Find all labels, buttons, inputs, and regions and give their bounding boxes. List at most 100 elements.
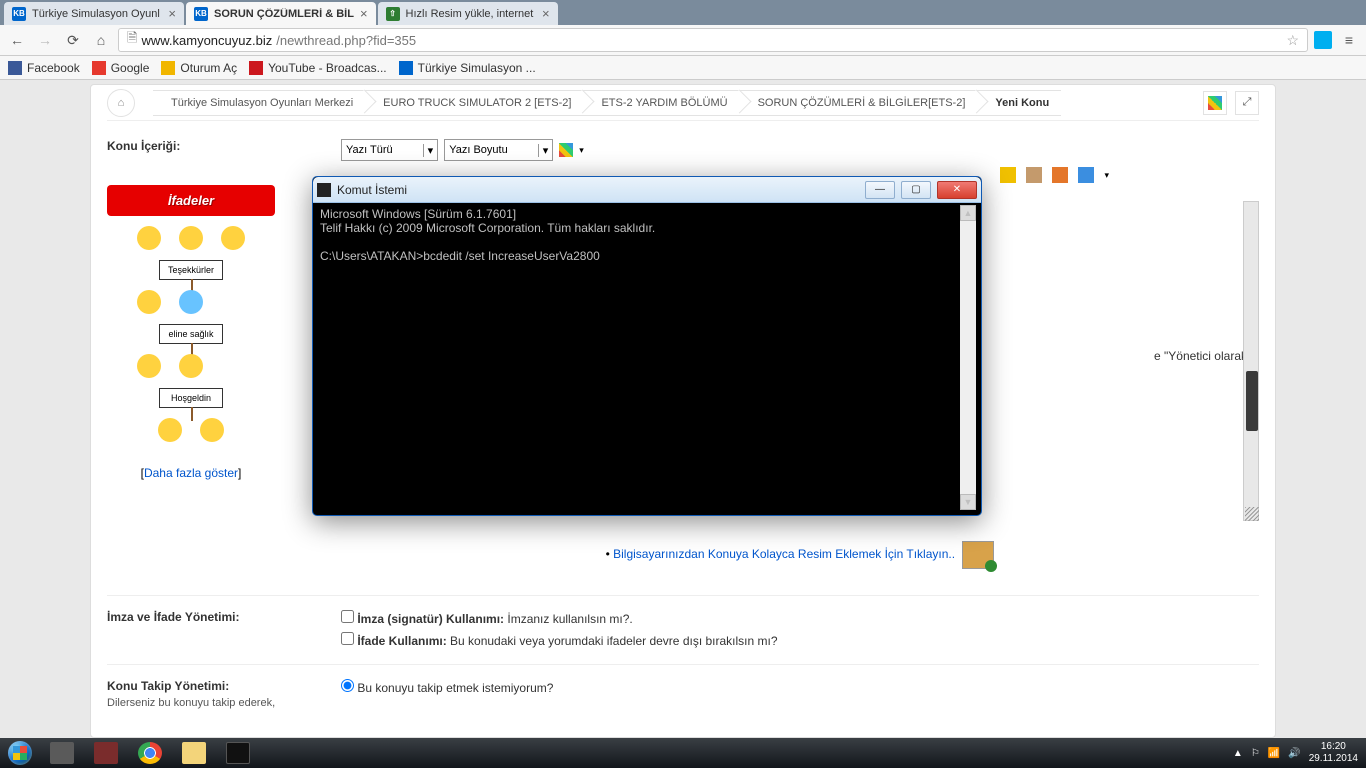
cmd-close-button[interactable]: ✕	[937, 181, 977, 199]
breadcrumb-item[interactable]: EURO TRUCK SIMULATOR 2 [ETS-2]	[365, 90, 583, 116]
fullscreen-button[interactable]: ⤢	[1235, 91, 1259, 115]
bullet: •	[606, 547, 610, 561]
smiley-icon[interactable]	[179, 290, 203, 314]
tray-clock[interactable]: 16:20 29.11.2014	[1309, 741, 1358, 765]
attachment-icon[interactable]	[1000, 167, 1016, 183]
skype-extension-icon[interactable]	[1314, 31, 1332, 49]
home-button[interactable]: ⌂	[90, 29, 112, 51]
url-input[interactable]: 🗎 www.kamyoncuyuz.biz/newthread.php?fid=…	[118, 28, 1308, 52]
tray-overflow-icon[interactable]: ▲	[1233, 748, 1243, 759]
bookmark-item[interactable]: Facebook	[8, 61, 80, 75]
favicon-icon: KB	[194, 7, 208, 21]
taskbar-cmd[interactable]	[216, 739, 260, 767]
youtube-icon	[249, 61, 263, 75]
cmd-output[interactable]: Microsoft Windows [Sürüm 6.1.7601] Telif…	[318, 205, 976, 510]
clipboard-icon[interactable]	[1026, 167, 1042, 183]
reload-button[interactable]: ⟳	[62, 29, 84, 51]
browser-tab[interactable]: ⇧ Hızlı Resim yükle, internet ×	[378, 2, 558, 25]
image-upload-icon[interactable]	[962, 541, 994, 569]
address-bar: ← → ⟳ ⌂ 🗎 www.kamyoncuyuz.biz/newthread.…	[0, 25, 1366, 56]
chevron-down-icon: ▾	[538, 144, 549, 157]
cmd-minimize-button[interactable]: —	[865, 181, 895, 199]
command-prompt-window: Komut İstemi — ▢ ✕ Microsoft Windows [Sü…	[312, 176, 982, 516]
network-icon[interactable]: 📶	[1268, 748, 1280, 759]
bookmark-item[interactable]: YouTube - Broadcas...	[249, 61, 387, 75]
action-center-icon[interactable]: ⚐	[1251, 748, 1260, 759]
forward-button[interactable]: →	[34, 29, 56, 51]
attach-image-link[interactable]: Bilgisayarınızdan Konuya Kolayca Resim E…	[613, 547, 955, 561]
breadcrumb-item[interactable]: Türkiye Simulasyon Oyunları Merkezi	[153, 90, 365, 116]
smiley-disable-checkbox[interactable]	[341, 632, 354, 645]
breadcrumb-home-icon[interactable]: ⌂	[107, 89, 135, 117]
page-icon: 🗎	[127, 29, 137, 51]
taskbar-app[interactable]	[84, 739, 128, 767]
cmd-icon	[317, 183, 331, 197]
font-family-select[interactable]: Yazı Türü▾	[341, 139, 438, 161]
resize-handle-icon[interactable]	[1245, 507, 1259, 521]
signature-checkbox[interactable]	[341, 610, 354, 623]
tab-close-icon[interactable]: ×	[168, 6, 176, 21]
bookmark-star-icon[interactable]: ☆	[1286, 32, 1299, 49]
font-size-select[interactable]: Yazı Boyutu▾	[444, 139, 553, 161]
follow-none-radio[interactable]	[341, 679, 354, 692]
theme-color-button[interactable]	[1203, 91, 1227, 115]
favicon-icon: ⇧	[386, 7, 400, 21]
editor-visible-text: e "Yönetici olarak	[1154, 349, 1247, 363]
taskbar: ▲ ⚐ 📶 🔊 16:20 29.11.2014	[0, 738, 1366, 768]
color-picker-icon[interactable]	[559, 143, 573, 157]
scroll-down-icon[interactable]: ▼	[960, 494, 976, 510]
breadcrumb-item[interactable]: ETS-2 YARDIM BÖLÜMÜ	[583, 90, 739, 116]
cmd-maximize-button[interactable]: ▢	[901, 181, 931, 199]
video-icon[interactable]	[1078, 167, 1094, 183]
url-host: www.kamyoncuyuz.biz	[141, 33, 272, 48]
tab-close-icon[interactable]: ×	[360, 6, 368, 21]
smiley-icon[interactable]	[221, 226, 245, 250]
tab-title: Hızlı Resim yükle, internet	[406, 8, 536, 20]
follow-section-label: Konu Takip Yönetimi: Dilerseniz bu konuy…	[107, 679, 317, 709]
editor-scrollbar[interactable]	[1243, 201, 1259, 521]
site-icon	[399, 61, 413, 75]
bookmark-item[interactable]: Google	[92, 61, 150, 75]
breadcrumb-item[interactable]: SORUN ÇÖZÜMLERİ & BİLGİLER[ETS-2]	[740, 90, 978, 116]
bookmark-item[interactable]: Oturum Aç	[161, 61, 237, 75]
smiley-icon[interactable]	[179, 354, 203, 378]
url-path: /newthread.php?fid=355	[276, 33, 416, 48]
smiley-sign-icon[interactable]: Hoşgeldin	[159, 388, 223, 408]
smiley-sign-icon[interactable]: eline sağlık	[159, 324, 223, 344]
cmd-titlebar[interactable]: Komut İstemi — ▢ ✕	[313, 177, 981, 203]
bookmark-item[interactable]: Türkiye Simulasyon ...	[399, 61, 536, 75]
feed-icon[interactable]	[1052, 167, 1068, 183]
smiley-panel: İfadeler Teşekkürler eline sağlık Hoşgel…	[107, 185, 275, 480]
volume-icon[interactable]: 🔊	[1288, 748, 1300, 759]
taskbar-chrome[interactable]	[128, 739, 172, 767]
taskbar-explorer[interactable]	[172, 739, 216, 767]
chevron-down-icon[interactable]: ▾	[1104, 170, 1109, 181]
google-icon	[92, 61, 106, 75]
smiley-sign-icon[interactable]: Teşekkürler	[159, 260, 223, 280]
chevron-down-icon[interactable]: ▾	[579, 145, 584, 156]
tab-close-icon[interactable]: ×	[542, 6, 550, 21]
tab-title: SORUN ÇÖZÜMLERİ & BİL	[214, 8, 354, 20]
taskbar-app[interactable]	[40, 739, 84, 767]
smiley-icon[interactable]	[179, 226, 203, 250]
cmd-title: Komut İstemi	[337, 183, 859, 197]
browser-tab-active[interactable]: KB SORUN ÇÖZÜMLERİ & BİL ×	[186, 2, 376, 25]
smiley-icon[interactable]	[137, 290, 161, 314]
signature-section-label: İmza ve İfade Yönetimi:	[107, 610, 317, 654]
scroll-up-icon[interactable]: ▲	[960, 205, 976, 221]
smiley-header: İfadeler	[107, 185, 275, 216]
smiley-icon[interactable]	[158, 418, 182, 442]
browser-tab[interactable]: KB Türkiye Simulasyon Oyunl ×	[4, 2, 184, 25]
cmd-scrollbar[interactable]: ▲▼	[960, 205, 976, 510]
breadcrumb-current: Yeni Konu	[977, 90, 1061, 116]
menu-button[interactable]: ≡	[1338, 29, 1360, 51]
start-button[interactable]	[0, 738, 40, 768]
smiley-icon[interactable]	[137, 354, 161, 378]
smiley-icon[interactable]	[137, 226, 161, 250]
system-tray: ▲ ⚐ 📶 🔊 16:20 29.11.2014	[1233, 741, 1366, 765]
scrollbar-thumb[interactable]	[1246, 371, 1258, 431]
back-button[interactable]: ←	[6, 29, 28, 51]
favicon-icon: KB	[12, 7, 26, 21]
facebook-icon	[8, 61, 22, 75]
smiley-icon[interactable]	[200, 418, 224, 442]
